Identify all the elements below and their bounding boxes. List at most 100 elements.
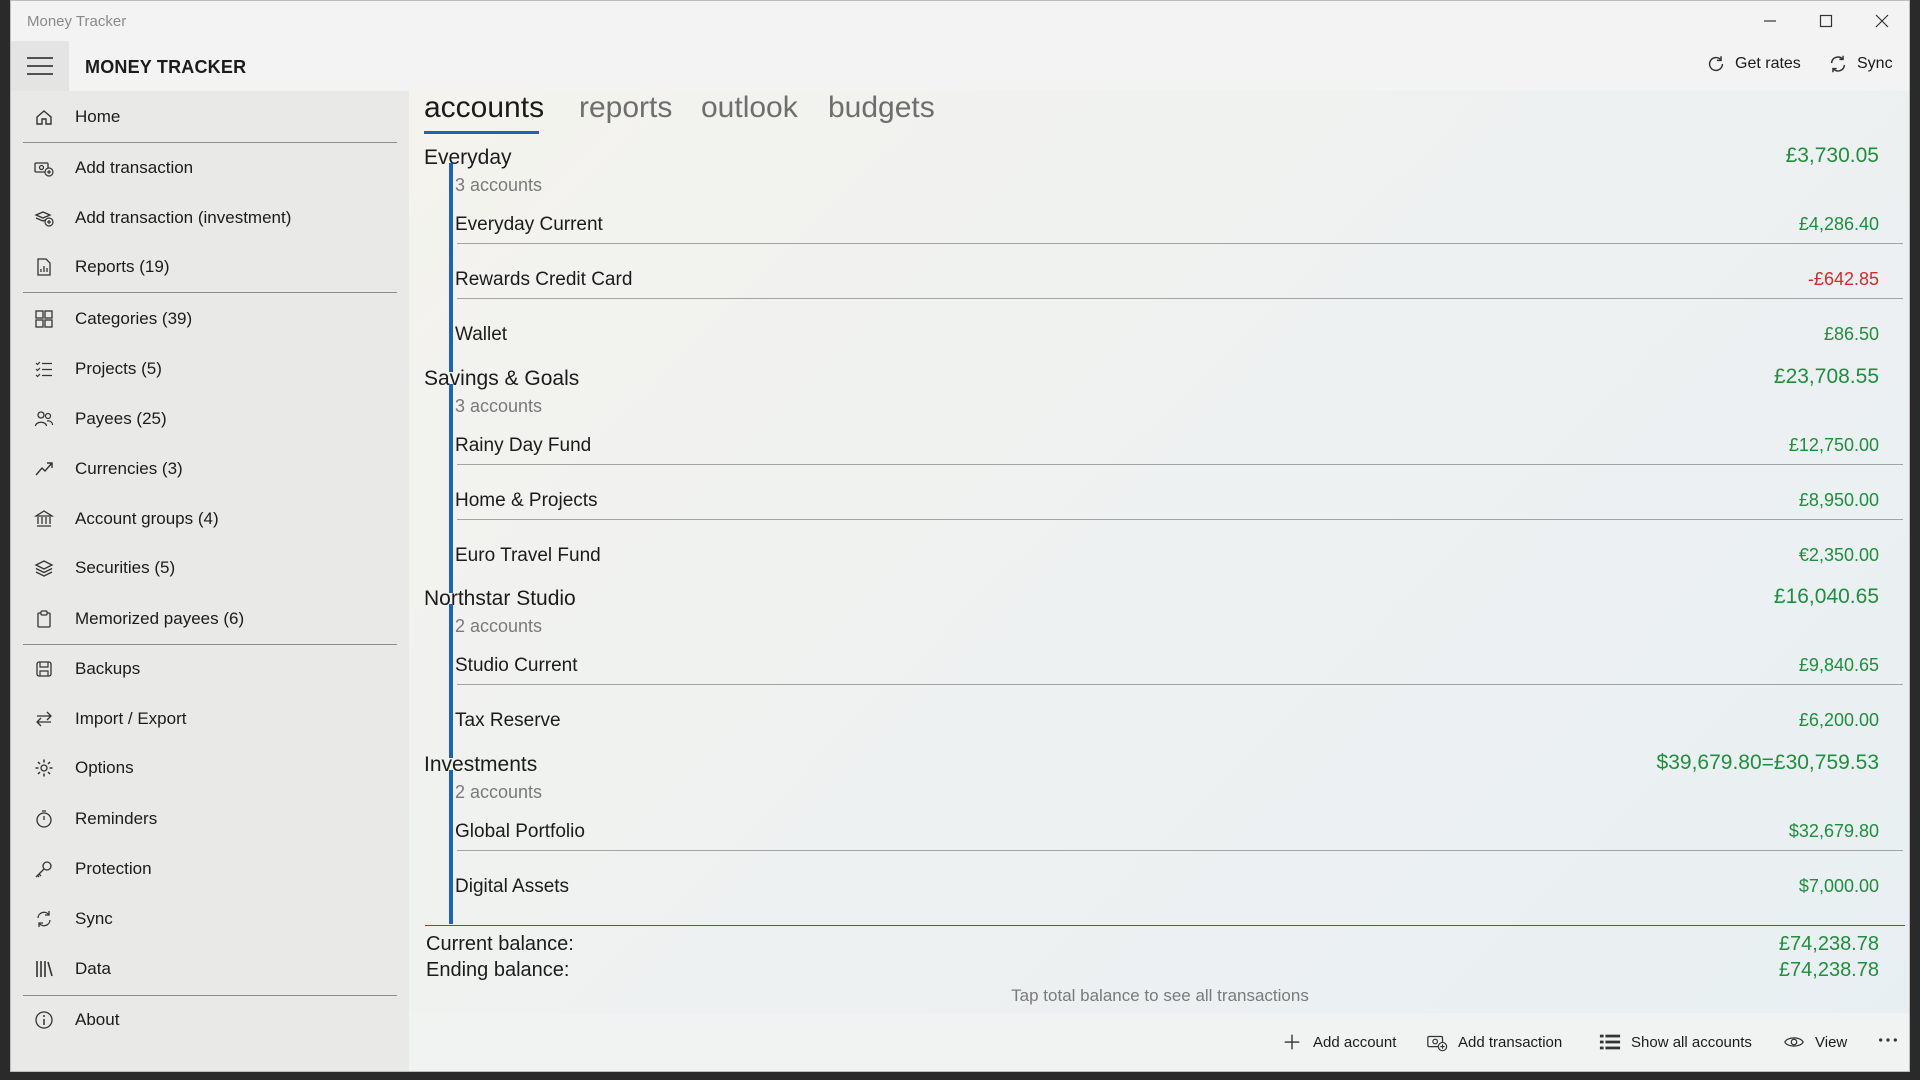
import-export-icon bbox=[33, 708, 55, 730]
ending-balance-value[interactable]: £74,238.78 bbox=[1779, 959, 1879, 982]
account-name[interactable]: Euro Travel Fund bbox=[455, 545, 601, 567]
sidebar-item-categories[interactable]: Categories (39) bbox=[23, 296, 407, 342]
title-bar: Money Tracker bbox=[11, 1, 1909, 41]
sidebar-item-label: Add transaction bbox=[75, 158, 194, 177]
account-name[interactable]: Rewards Credit Card bbox=[455, 269, 632, 291]
account-name[interactable]: Studio Current bbox=[455, 655, 578, 677]
account-balance: £12,750.00 bbox=[1788, 435, 1879, 455]
add-transaction-icon bbox=[33, 157, 55, 179]
group-total[interactable]: £3,730.05 bbox=[1786, 144, 1879, 168]
group-account-count: 2 accounts bbox=[455, 782, 543, 802]
sidebar-item-sync[interactable]: Sync bbox=[23, 896, 407, 942]
current-balance-value[interactable]: £74,238.78 bbox=[1779, 933, 1879, 956]
add-account-button[interactable]: Add account bbox=[1281, 1031, 1396, 1053]
account-name[interactable]: Digital Assets bbox=[455, 876, 569, 898]
bank-icon bbox=[33, 508, 55, 530]
sidebar-item-payees[interactable]: Payees (25) bbox=[23, 396, 407, 442]
tab-accounts[interactable]: accounts bbox=[424, 91, 544, 125]
stopwatch-icon bbox=[33, 808, 55, 830]
active-tab-indicator bbox=[424, 131, 539, 134]
add-transaction-button[interactable]: Add transaction bbox=[1426, 1031, 1562, 1053]
sidebar-item-account-groups[interactable]: Account groups (4) bbox=[23, 496, 407, 542]
sidebar-item-reminders[interactable]: Reminders bbox=[23, 796, 407, 842]
group-account-count: 2 accounts bbox=[455, 616, 543, 636]
account-divider bbox=[457, 850, 1903, 851]
account-balance: -£642.85 bbox=[1807, 269, 1879, 289]
categories-icon bbox=[33, 308, 55, 330]
sidebar-divider bbox=[23, 292, 397, 293]
minimize-button[interactable] bbox=[1742, 1, 1798, 41]
sidebar-item-add-transaction[interactable]: Add transaction bbox=[23, 145, 407, 191]
maximize-button[interactable] bbox=[1798, 1, 1854, 41]
account-divider bbox=[457, 298, 1903, 299]
group-bar bbox=[449, 384, 453, 593]
view-label: View bbox=[1815, 1033, 1848, 1051]
hamburger-icon bbox=[27, 57, 53, 75]
menu-button[interactable] bbox=[11, 41, 69, 91]
sidebar-divider bbox=[23, 995, 397, 996]
more-button[interactable] bbox=[1877, 1029, 1899, 1051]
sync-button[interactable]: Sync bbox=[1827, 53, 1893, 75]
gear-icon bbox=[33, 757, 55, 779]
view-button[interactable]: View bbox=[1783, 1031, 1847, 1053]
currencies-icon bbox=[33, 458, 55, 480]
securities-icon bbox=[33, 557, 55, 579]
tab-reports[interactable]: reports bbox=[579, 91, 672, 125]
sidebar-item-label: Account groups (4) bbox=[75, 509, 219, 528]
show-all-accounts-button[interactable]: Show all accounts bbox=[1599, 1031, 1752, 1053]
backup-icon bbox=[33, 658, 55, 680]
reports-icon bbox=[33, 256, 55, 278]
sidebar-item-projects[interactable]: Projects (5) bbox=[23, 346, 407, 392]
sidebar-item-label: Options bbox=[75, 758, 134, 777]
group-total[interactable]: £23,708.55 bbox=[1774, 365, 1879, 389]
total-balance-hint: Tap total balance to see all transaction… bbox=[1011, 986, 1309, 1005]
tab-budgets[interactable]: budgets bbox=[828, 91, 935, 125]
sidebar-item-label: Reports (19) bbox=[75, 257, 170, 276]
total-divider bbox=[425, 925, 1905, 926]
sidebar-item-reports[interactable]: Reports (19) bbox=[23, 244, 407, 290]
account-name[interactable]: Global Portfolio bbox=[455, 821, 585, 843]
group-total[interactable]: £16,040.65 bbox=[1774, 585, 1879, 609]
account-balance: £86.50 bbox=[1823, 324, 1879, 344]
account-divider bbox=[457, 243, 1903, 244]
group-name[interactable]: Investments bbox=[424, 753, 537, 777]
sidebar-item-label: Data bbox=[75, 959, 111, 978]
account-divider bbox=[457, 464, 1903, 465]
group-name[interactable]: Savings & Goals bbox=[424, 367, 579, 391]
eye-icon bbox=[1784, 1037, 1804, 1047]
close-button[interactable] bbox=[1854, 1, 1909, 41]
get-rates-button[interactable]: Get rates bbox=[1705, 53, 1801, 75]
sidebar-item-about[interactable]: About bbox=[23, 997, 407, 1043]
sidebar-item-options[interactable]: Options bbox=[23, 745, 407, 791]
sidebar-item-label: Memorized payees (6) bbox=[75, 609, 245, 628]
group-name[interactable]: Everyday bbox=[424, 146, 512, 170]
sidebar-item-label: Reminders bbox=[75, 809, 158, 828]
key-icon bbox=[33, 858, 55, 880]
more-icon bbox=[1879, 1038, 1897, 1042]
account-divider bbox=[457, 519, 1903, 520]
sidebar-item-memorized-payees[interactable]: Memorized payees (6) bbox=[23, 596, 407, 642]
show-all-accounts-label: Show all accounts bbox=[1631, 1033, 1752, 1051]
sidebar-item-backups[interactable]: Backups bbox=[23, 646, 407, 692]
account-name[interactable]: Rainy Day Fund bbox=[455, 435, 591, 457]
sidebar-item-label: About bbox=[75, 1010, 120, 1029]
sidebar-item-currencies[interactable]: Currencies (3) bbox=[23, 446, 407, 492]
group-name[interactable]: Northstar Studio bbox=[424, 587, 576, 611]
sidebar-item-securities[interactable]: Securities (5) bbox=[23, 545, 407, 591]
sidebar-item-data[interactable]: Data bbox=[23, 946, 407, 992]
sidebar-item-home[interactable]: Home bbox=[23, 94, 407, 140]
account-balance: £6,200.00 bbox=[1798, 710, 1879, 730]
account-name[interactable]: Everyday Current bbox=[455, 214, 603, 236]
tab-outlook[interactable]: outlook bbox=[701, 91, 798, 125]
sidebar-item-label: Import / Export bbox=[75, 709, 187, 728]
group-total[interactable]: $39,679.80=£30,759.53 bbox=[1657, 751, 1879, 775]
app-window: Money Tracker MONEY TRACKER Get rates Sy… bbox=[10, 0, 1910, 1072]
app-brand: MONEY TRACKER bbox=[85, 57, 247, 77]
sidebar-item-add-transaction[interactable]: Add transaction (investment) bbox=[23, 195, 407, 241]
sidebar-item-protection[interactable]: Protection bbox=[23, 846, 407, 892]
account-balance: €2,350.00 bbox=[1798, 545, 1879, 565]
sidebar-item-import-export[interactable]: Import / Export bbox=[23, 696, 407, 742]
account-name[interactable]: Wallet bbox=[455, 324, 507, 346]
account-name[interactable]: Home & Projects bbox=[455, 490, 598, 512]
account-name[interactable]: Tax Reserve bbox=[455, 710, 561, 732]
